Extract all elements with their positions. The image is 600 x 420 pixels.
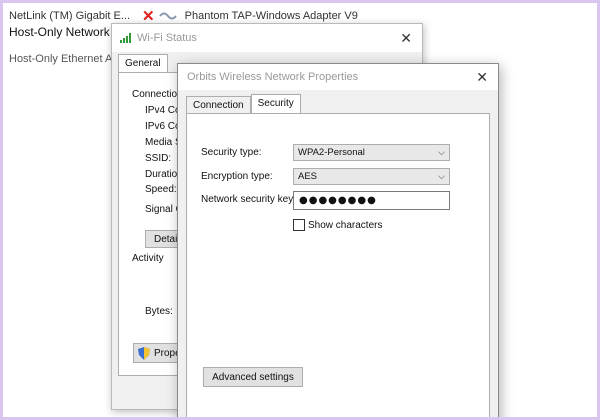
show-characters-row: Show characters: [293, 219, 382, 231]
encryption-type-value: AES: [298, 171, 318, 182]
network-key-input[interactable]: ●●●●●●●●: [293, 191, 450, 210]
details-button-label: Detail: [154, 233, 180, 245]
tab-connection[interactable]: Connection: [186, 96, 251, 114]
adapter-host-only-network[interactable]: Host-Only Network: [9, 25, 110, 39]
wifi-status-titlebar: Wi-Fi Status ✕: [112, 24, 422, 52]
properties-titlebar: Orbits Wireless Network Properties ✕: [178, 64, 498, 90]
bytes-label: Bytes:: [145, 306, 173, 317]
encryption-type-select[interactable]: AES ⌵: [293, 168, 450, 185]
network-key-value: ●●●●●●●●: [299, 195, 377, 206]
wifi-status-close-button[interactable]: ✕: [400, 30, 412, 47]
chevron-down-icon: ⌵: [438, 171, 445, 181]
activity-heading: Activity: [132, 253, 164, 264]
chevron-down-icon: ⌵: [438, 147, 445, 157]
security-panel: Security type: WPA2-Personal ⌵ Encryptio…: [186, 113, 490, 417]
adapter-netlink[interactable]: NetLink (TM) Gigabit E...: [9, 10, 130, 22]
wireless-properties-dialog: Orbits Wireless Network Properties ✕ Con…: [177, 63, 499, 417]
wifi-status-tabs: General: [118, 54, 168, 72]
desktop: NetLink (TM) Gigabit E... ✕ Phantom TAP-…: [3, 3, 597, 417]
security-type-label: Security type:: [201, 147, 262, 158]
properties-tabs: Connection Security: [186, 94, 301, 114]
wifi-signal-icon: [120, 33, 131, 43]
advanced-settings-button[interactable]: Advanced settings: [203, 367, 303, 387]
adapter-phantom-tap[interactable]: Phantom TAP-Windows Adapter V9: [185, 10, 358, 22]
properties-title: Orbits Wireless Network Properties: [187, 71, 359, 83]
advanced-settings-label: Advanced settings: [212, 371, 294, 383]
ssid-label: SSID:: [145, 153, 172, 164]
network-key-label: Network security key: [201, 194, 294, 205]
security-type-select[interactable]: WPA2-Personal ⌵: [293, 144, 450, 161]
adapter-host-only-ethernet[interactable]: Host-Only Ethernet Ad: [9, 53, 118, 65]
security-type-value: WPA2-Personal: [298, 147, 365, 158]
show-characters-checkbox[interactable]: [293, 219, 305, 231]
encryption-type-label: Encryption type:: [201, 171, 273, 182]
shield-icon: [138, 346, 150, 360]
show-characters-label[interactable]: Show characters: [308, 220, 382, 231]
tab-security[interactable]: Security: [250, 94, 301, 114]
wifi-status-title: Wi-Fi Status: [137, 32, 197, 44]
connection-heading: Connection: [132, 89, 183, 100]
speed-label: Speed:: [145, 184, 177, 195]
network-cable-icon: [158, 12, 177, 20]
tab-general[interactable]: General: [118, 54, 168, 72]
properties-close-button[interactable]: ✕: [476, 69, 488, 86]
